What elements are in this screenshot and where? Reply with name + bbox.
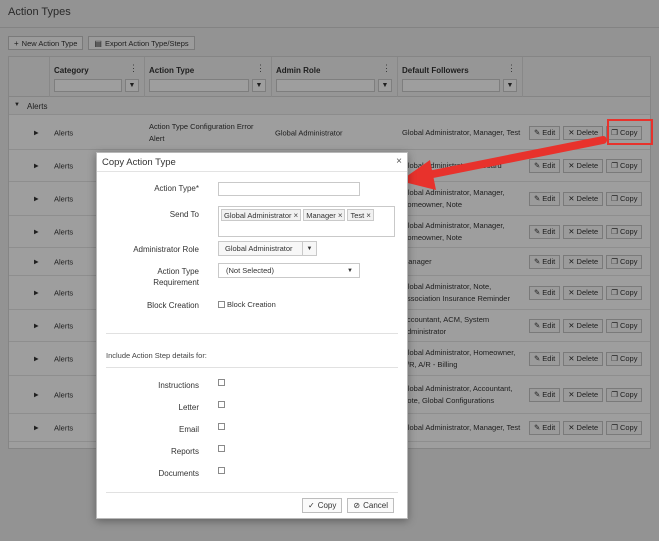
requirement-label: Action Type Requirement <box>153 267 199 287</box>
remove-tag-icon[interactable]: × <box>366 211 371 220</box>
tag-label: Test <box>350 210 365 220</box>
remove-tag-icon[interactable]: × <box>338 211 343 220</box>
requirement-value: (Not Selected) <box>226 266 274 275</box>
step-label-letter: Letter <box>178 403 199 412</box>
action-type-input[interactable] <box>218 182 360 196</box>
send-to-tag: Global Administrator × <box>221 209 302 221</box>
requirement-select[interactable]: (Not Selected) ▼ <box>218 263 360 278</box>
administrator-role-value: Global Administrator <box>225 244 293 253</box>
tag-label: Global Administrator <box>224 210 292 220</box>
tag-label: Manager <box>306 210 336 220</box>
footer-divider <box>106 492 398 493</box>
dialog-header: Copy Action Type × <box>97 153 407 172</box>
close-icon[interactable]: × <box>396 156 402 167</box>
action-type-label: Action Type* <box>154 184 199 193</box>
cancel-button-label: Cancel <box>363 501 388 510</box>
step-label-email: Email <box>178 425 199 434</box>
copy-button-label: Copy <box>317 501 337 510</box>
check-icon: ✓ <box>308 501 315 510</box>
step-label-instructions: Instructions <box>158 381 199 390</box>
step-label-reports: Reports <box>170 447 199 456</box>
reports-checkbox[interactable] <box>218 445 225 452</box>
block-creation-checkbox-group[interactable]: Block Creation <box>218 300 276 309</box>
cancel-icon: ⊘ <box>353 501 361 510</box>
step-label-documents: Documents <box>158 469 199 478</box>
divider <box>106 333 398 334</box>
documents-checkbox[interactable] <box>218 467 225 474</box>
dialog-footer: ✓ Copy ⊘ Cancel <box>302 498 394 513</box>
send-to-tag-input[interactable]: Global Administrator × Manager × Test × <box>218 206 395 237</box>
copy-button[interactable]: ✓ Copy <box>302 498 343 513</box>
cancel-button[interactable]: ⊘ Cancel <box>347 498 394 513</box>
block-creation-label: Block Creation <box>146 301 199 310</box>
block-creation-checkbox[interactable] <box>218 301 225 308</box>
email-checkbox[interactable] <box>218 423 225 430</box>
letter-checkbox[interactable] <box>218 401 225 408</box>
send-to-tag: Manager × <box>303 209 346 221</box>
remove-tag-icon[interactable]: × <box>294 211 299 220</box>
send-to-label: Send To <box>169 210 199 219</box>
chevron-down-icon: ▼ <box>347 267 353 274</box>
send-to-tag: Test × <box>347 209 374 221</box>
instructions-checkbox[interactable] <box>218 379 225 386</box>
chevron-down-icon: ▼ <box>302 242 316 255</box>
administrator-role-select[interactable]: Global Administrator ▼ <box>218 241 317 256</box>
include-step-details-label: Include Action Step details for: <box>106 351 207 360</box>
administrator-role-label: Administrator Role <box>133 245 199 254</box>
dialog-title: Copy Action Type <box>102 157 176 168</box>
copy-button-highlight <box>607 119 653 145</box>
divider <box>106 367 398 368</box>
copy-action-type-dialog: Copy Action Type × Action Type* Send To … <box>96 152 408 519</box>
block-creation-checkbox-label: Block Creation <box>227 300 276 309</box>
